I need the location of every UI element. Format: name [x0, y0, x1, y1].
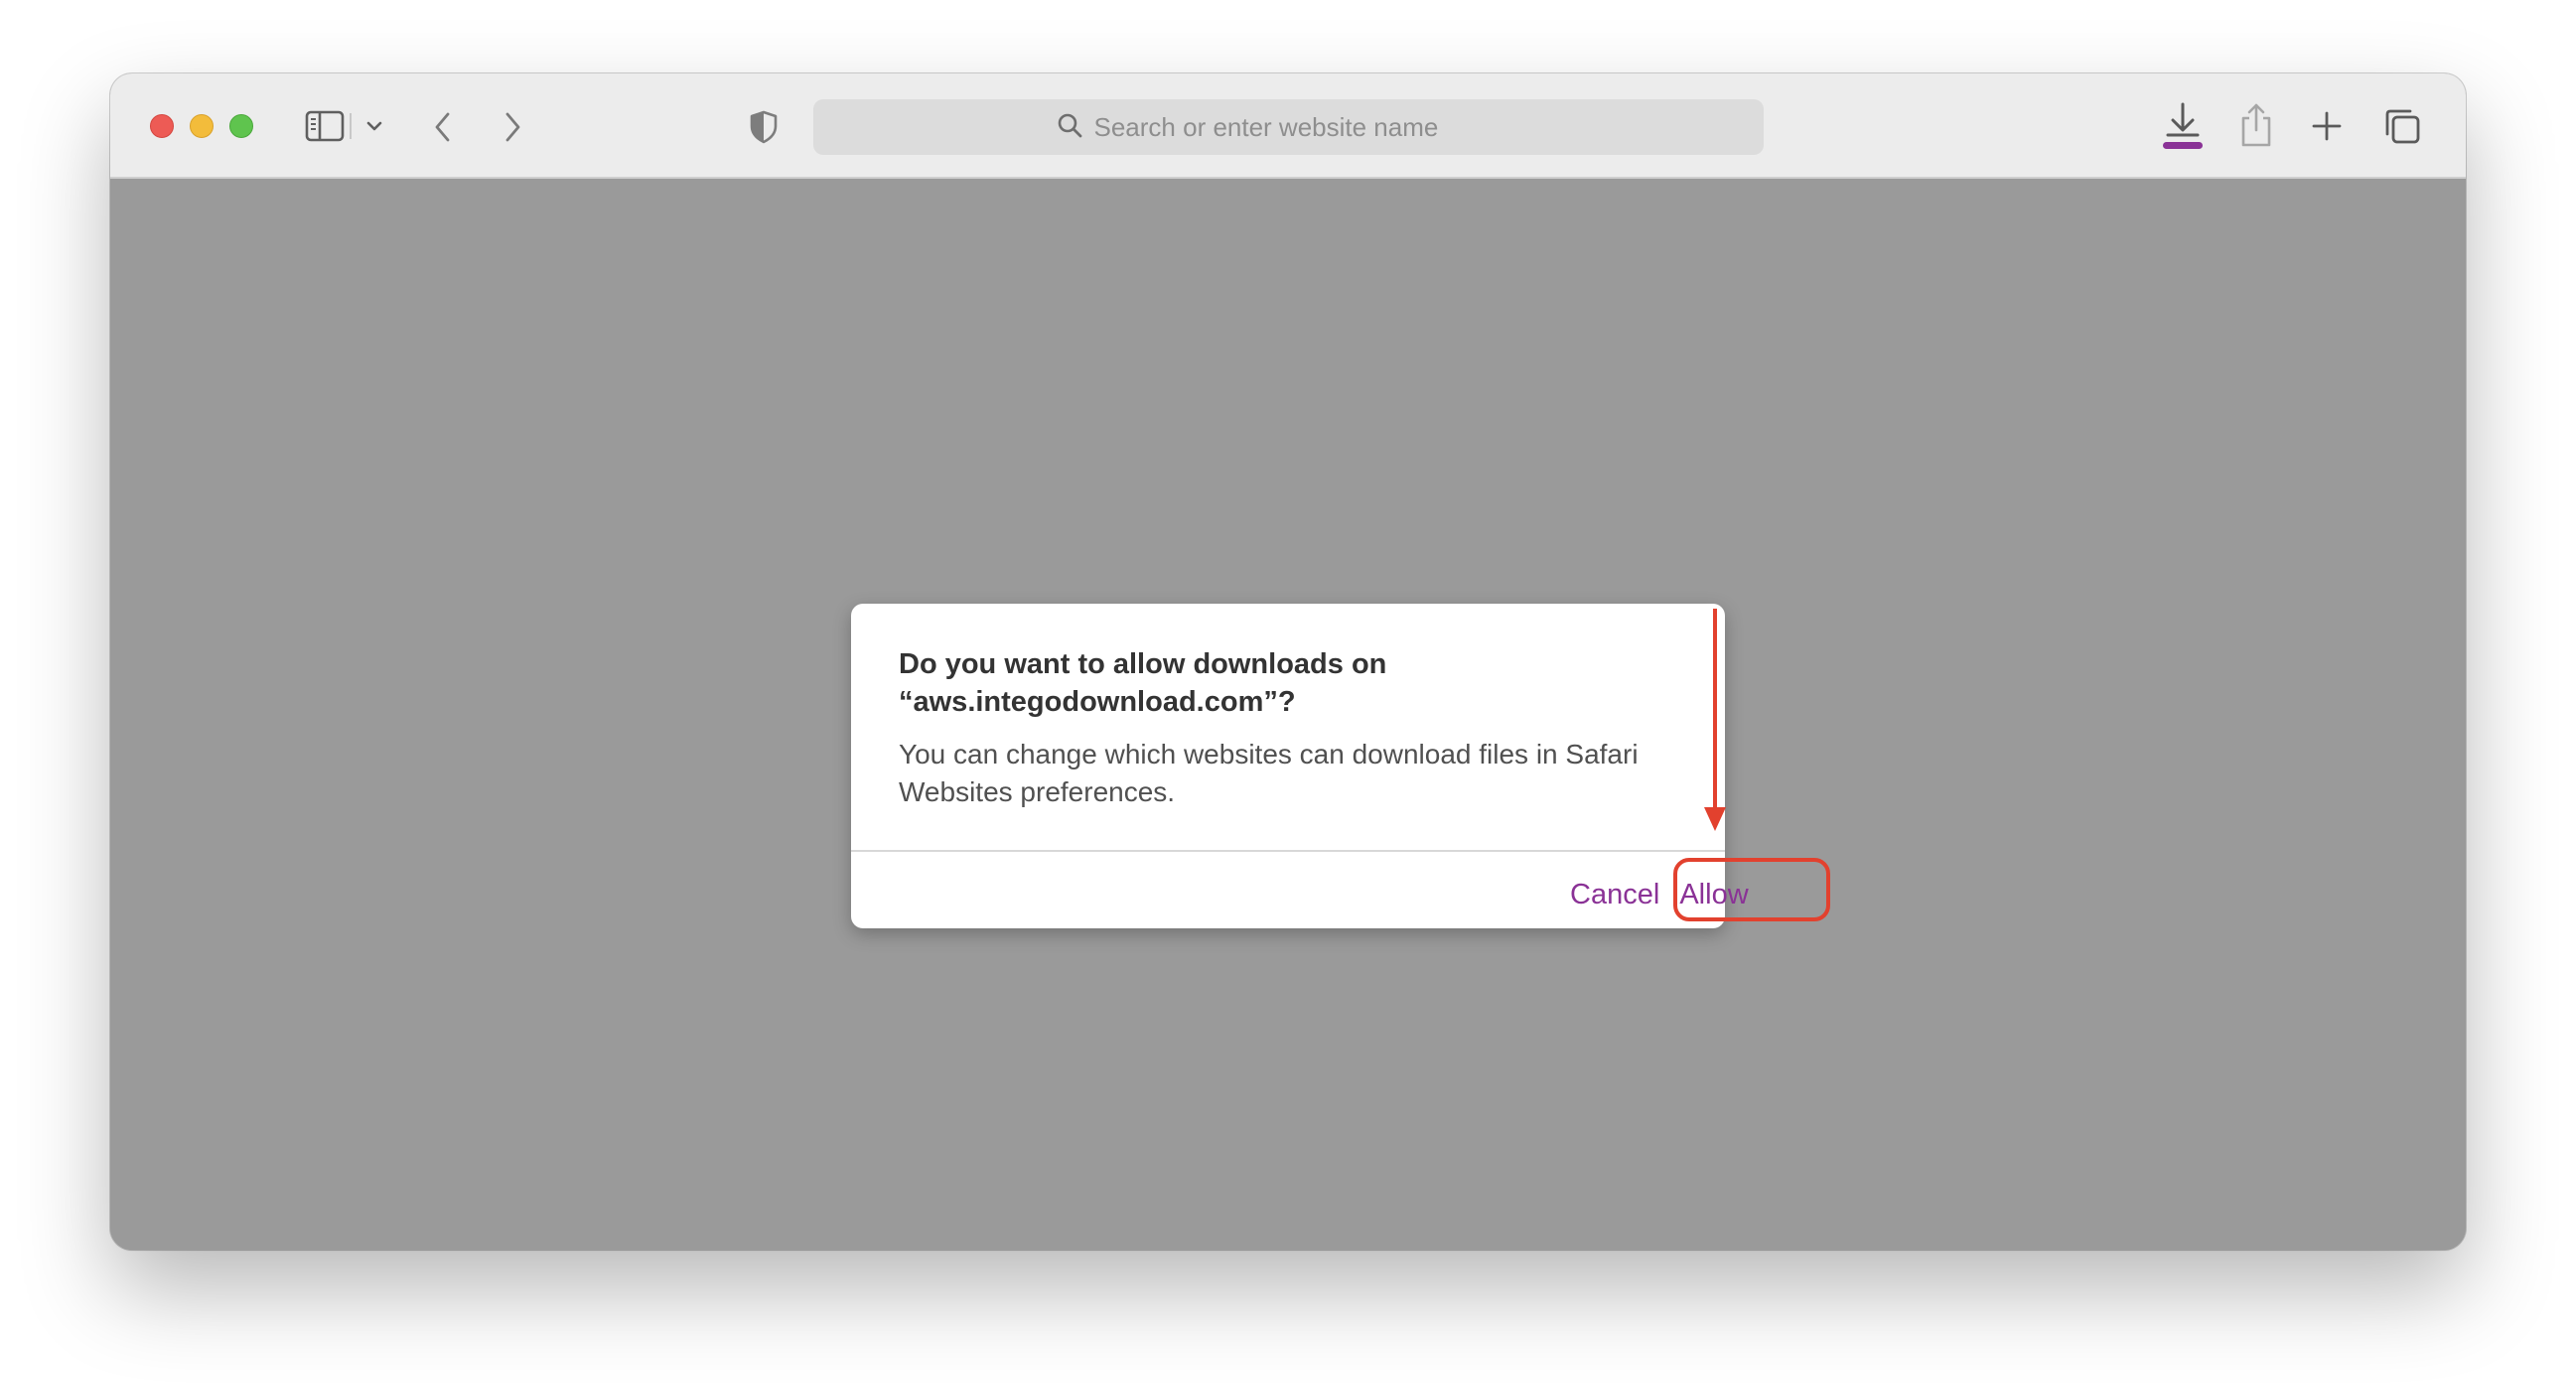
sidebar-icon[interactable] — [304, 106, 346, 146]
address-input[interactable] — [1093, 111, 1521, 143]
address-bar[interactable] — [813, 99, 1764, 155]
search-icon — [1057, 112, 1082, 143]
download-icon[interactable] — [2160, 101, 2206, 151]
dialog-title: Do you want to allow downloads on “aws.i… — [899, 648, 1387, 718]
toolbar-divider — [350, 113, 352, 139]
annotation-arrow-icon — [1704, 609, 1726, 831]
page-content: Do you want to allow downloads on “aws.i… — [110, 179, 2466, 1250]
minimize-window-button[interactable] — [190, 114, 214, 138]
privacy-shield-icon[interactable] — [748, 109, 780, 145]
cancel-button[interactable]: Cancel — [1570, 877, 1659, 912]
forward-icon[interactable] — [498, 107, 527, 147]
close-window-button[interactable] — [150, 114, 174, 138]
back-icon[interactable] — [428, 107, 458, 147]
allow-button[interactable]: Allow — [1679, 877, 1748, 912]
tabs-overview-icon[interactable] — [2382, 106, 2422, 146]
share-icon[interactable] — [2238, 101, 2274, 149]
zoom-window-button[interactable] — [229, 114, 253, 138]
browser-window: Do you want to allow downloads on “aws.i… — [110, 73, 2466, 1250]
chevron-down-icon[interactable] — [362, 113, 386, 139]
dialog-divider — [851, 850, 1725, 852]
dialog-message: You can change which websites can downlo… — [899, 739, 1639, 807]
plus-icon[interactable] — [2310, 109, 2344, 143]
browser-toolbar — [110, 73, 2466, 179]
download-permission-dialog: Do you want to allow downloads on “aws.i… — [851, 604, 1830, 928]
